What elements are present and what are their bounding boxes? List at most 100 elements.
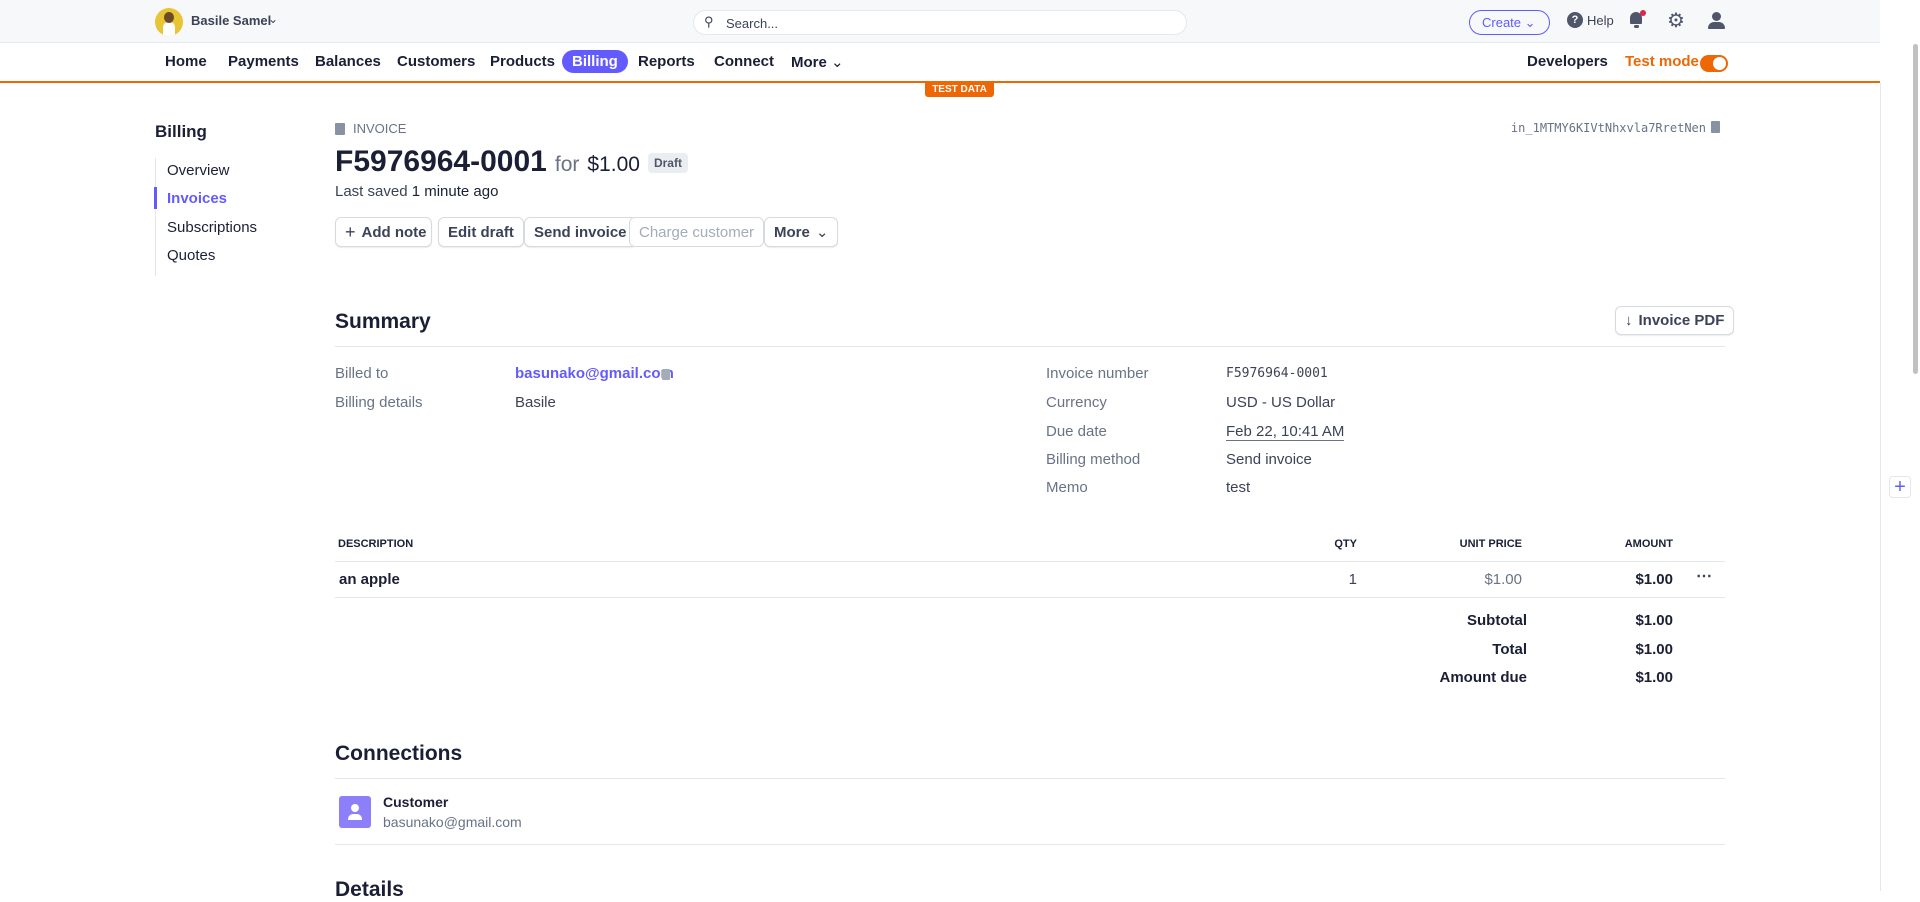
subtotal-value: $1.00 [1635, 612, 1673, 629]
nav-reports[interactable]: Reports [638, 53, 695, 70]
download-icon: ↓ [1625, 312, 1633, 329]
invoice-id-text: in_1MTMY6KIVtNhxvla7RretNen [1510, 121, 1706, 135]
invoice-amount: $1.00 [587, 153, 640, 176]
test-mode-toggle[interactable] [1700, 55, 1728, 72]
notifications-bell-icon[interactable] [1630, 10, 1646, 28]
customer-icon [339, 796, 371, 828]
divider [335, 561, 1725, 562]
col-unit-price: UNIT PRICE [1459, 538, 1522, 550]
nav-more[interactable]: More ⌄ [791, 53, 844, 71]
billed-to-email[interactable]: basunako@gmail.com [515, 365, 674, 382]
currency-label: Currency [1046, 394, 1107, 411]
divider [335, 844, 1725, 845]
test-data-badge: TEST DATA [925, 83, 994, 97]
item-description: an apple [339, 571, 400, 588]
last-saved: Last saved 1 minute ago [335, 183, 498, 200]
nav-more-label: More [791, 54, 827, 71]
invoice-pdf-label: Invoice PDF [1638, 312, 1725, 329]
total-label: Total [1492, 641, 1527, 658]
sidebar-item-subscriptions[interactable]: Subscriptions [167, 219, 257, 236]
due-date-label: Due date [1046, 423, 1107, 440]
avatar[interactable] [155, 8, 183, 36]
due-date-value[interactable]: Feb 22, 10:41 AM [1226, 423, 1345, 441]
invoice-id[interactable]: in_1MTMY6KIVtNhxvla7RretNen [1511, 121, 1720, 135]
chevron-down-icon: ⌄ [831, 54, 844, 71]
customer-email[interactable]: basunako@gmail.com [383, 814, 522, 830]
right-panel-divider [1880, 83, 1881, 891]
memo-label: Memo [1046, 479, 1088, 496]
create-label: Create [1482, 15, 1522, 30]
invoice-pdf-button[interactable]: ↓ Invoice PDF [1615, 306, 1735, 335]
divider [335, 778, 1725, 779]
search-input[interactable]: ⚲ Search... [693, 10, 1187, 35]
user-icon[interactable] [1708, 12, 1726, 30]
more-actions-button[interactable]: More ⌄ [764, 217, 839, 247]
total-value: $1.00 [1635, 641, 1673, 658]
memo-value: test [1226, 479, 1251, 496]
sidebar-item-invoices[interactable]: Invoices [167, 190, 227, 207]
amount-due-label: Amount due [1439, 669, 1528, 686]
billing-details-value: Basile [515, 394, 556, 411]
sidebar-rail [155, 158, 156, 276]
divider [335, 597, 1725, 598]
status-badge: Draft [647, 153, 688, 173]
sidebar-item-quotes[interactable]: Quotes [167, 247, 215, 264]
connections-heading: Connections [335, 742, 463, 765]
more-label: More [774, 223, 810, 241]
invoice-title: F5976964-0001 for $1.00 Draft [335, 145, 688, 179]
billed-to-label: Billed to [335, 365, 389, 382]
invoice-type-label: INVOICE [353, 121, 407, 136]
billing-method-value: Send invoice [1226, 451, 1312, 468]
sidebar-item-overview[interactable]: Overview [167, 162, 230, 179]
billing-method-label: Billing method [1046, 451, 1141, 468]
customer-label: Customer [383, 794, 449, 810]
sidebar-title: Billing [155, 122, 207, 141]
nav-billing[interactable]: Billing [562, 50, 628, 73]
details-heading: Details [335, 878, 404, 901]
item-unit-price: $1.00 [1484, 571, 1522, 588]
help-label: Help [1587, 12, 1614, 28]
last-saved-prefix: Last saved [335, 183, 408, 200]
invoice-for: for [554, 153, 580, 176]
top-bar: Basile Samel ⌄ ⚲ Search... Create ⌄ ? Hel… [0, 0, 1880, 43]
nav-home[interactable]: Home [165, 53, 207, 70]
main-nav: Home Payments Balances Customers Product… [0, 43, 1880, 83]
search-icon: ⚲ [704, 14, 714, 29]
nav-customers[interactable]: Customers [397, 53, 475, 70]
help-icon: ? [1567, 12, 1583, 28]
nav-balances[interactable]: Balances [315, 53, 381, 70]
gear-icon[interactable]: ⚙ [1667, 8, 1685, 33]
charge-customer-button[interactable]: Charge customer [629, 217, 765, 247]
col-description: DESCRIPTION [338, 538, 414, 550]
nav-connect[interactable]: Connect [714, 53, 774, 70]
clipboard-icon[interactable] [1711, 121, 1720, 133]
scrollbar[interactable] [1913, 44, 1918, 374]
ellipsis-menu-icon[interactable]: ⋯ [1696, 566, 1712, 586]
currency-value: USD - US Dollar [1226, 394, 1336, 411]
plus-icon[interactable]: + [1889, 476, 1911, 498]
add-note-button[interactable]: + Add note [335, 217, 432, 247]
add-note-label: Add note [361, 223, 427, 241]
summary-heading: Summary [335, 310, 431, 333]
nav-developers[interactable]: Developers [1527, 53, 1608, 70]
nav-products[interactable]: Products [490, 53, 555, 70]
send-invoice-button[interactable]: Send invoice [524, 217, 637, 247]
chevron-down-icon[interactable]: ⌄ [268, 12, 278, 26]
item-qty: 1 [1348, 571, 1357, 588]
account-name[interactable]: Basile Samel [191, 13, 271, 28]
amount-due-value: $1.00 [1635, 669, 1673, 686]
divider [335, 346, 1725, 347]
create-button[interactable]: Create ⌄ [1469, 10, 1550, 35]
invoice-number-value: F5976964-0001 [1226, 366, 1328, 381]
help-button[interactable]: ? Help [1567, 12, 1614, 28]
chevron-down-icon: ⌄ [815, 224, 829, 241]
invoice-type: INVOICE [335, 121, 406, 136]
invoice-number-label: Invoice number [1046, 365, 1149, 382]
nav-payments[interactable]: Payments [228, 53, 299, 70]
invoice-icon [335, 122, 345, 135]
edit-draft-button[interactable]: Edit draft [438, 217, 524, 247]
clipboard-icon[interactable] [662, 369, 670, 380]
item-amount: $1.00 [1635, 571, 1673, 588]
last-saved-time: 1 minute ago [411, 183, 499, 200]
col-amount: AMOUNT [1624, 538, 1673, 550]
